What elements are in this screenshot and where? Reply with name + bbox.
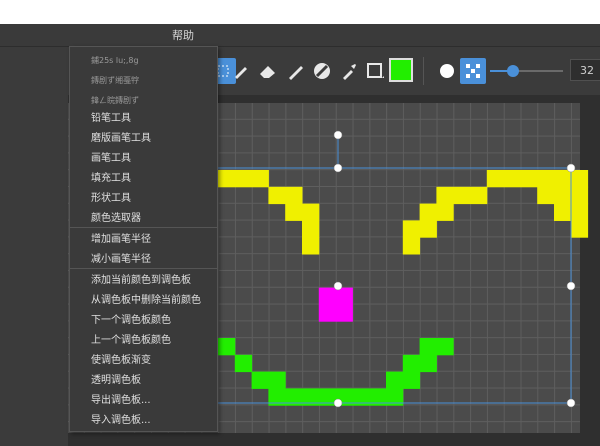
fill-icon	[314, 63, 330, 79]
fill-tool-button[interactable]	[309, 58, 335, 84]
menu-item[interactable]: 上一个调色板颜色	[70, 331, 217, 351]
menu-divider	[70, 268, 217, 269]
mouth-pixel	[234, 354, 253, 373]
eye-pixel	[453, 186, 488, 205]
mouth-pixel	[402, 354, 437, 373]
menu-item[interactable]: 导出调色板...	[70, 391, 217, 411]
eye-pixel	[554, 186, 572, 221]
workspace-right	[580, 95, 600, 446]
workspace-bottom	[68, 433, 598, 446]
shape-tool-button[interactable]	[362, 58, 388, 84]
round-brush-button[interactable]	[434, 58, 460, 84]
menu-item[interactable]: 鍏ㄥ睆鏄剧ず	[70, 91, 217, 111]
menu-item[interactable]: 画笔工具	[70, 149, 217, 169]
menu-bar: 帮助	[0, 24, 600, 47]
menu-item[interactable]: 鋪25s lu;,8g	[70, 51, 217, 71]
eye-pixel	[218, 170, 269, 188]
selection-handle[interactable]	[333, 398, 343, 408]
magenta-nose	[318, 287, 353, 322]
menu-item[interactable]: 磨版画笔工具	[70, 129, 217, 149]
round-brush-icon	[440, 64, 454, 78]
pencil-icon	[235, 67, 247, 79]
color-picker-tool-button[interactable]	[336, 58, 362, 84]
mouth-pixel	[386, 371, 421, 389]
menu-item[interactable]: 从调色板中删除当前颜色	[70, 291, 217, 311]
menu-item[interactable]: 导入调色板...	[70, 411, 217, 431]
selection-handle[interactable]	[566, 163, 576, 173]
menu-item[interactable]: 添加当前颜色到调色板	[70, 271, 217, 291]
brush-size-slider[interactable]	[490, 70, 563, 72]
left-panel	[0, 95, 68, 446]
eye-pixel	[302, 220, 320, 238]
eraser-tool-button[interactable]	[255, 58, 281, 84]
menu-item[interactable]: 减小画笔半径	[70, 250, 217, 270]
eye-pixel	[285, 203, 320, 221]
selection-handle[interactable]	[566, 398, 576, 408]
mouth-pixel	[268, 371, 286, 389]
mouth-pixel	[419, 338, 454, 356]
dither-brush-button[interactable]	[460, 58, 486, 84]
menu-help[interactable]: 帮助	[172, 27, 194, 43]
menu-item[interactable]: 增加画笔半径	[70, 230, 217, 250]
color-picker-icon	[343, 64, 356, 80]
current-color-swatch[interactable]	[389, 58, 413, 82]
brush-tool-button[interactable]	[283, 58, 309, 84]
window-top-strip	[0, 0, 600, 24]
eye-pixel	[436, 186, 454, 221]
eye-pixel	[486, 170, 589, 188]
menu-item[interactable]: 透明调色板	[70, 371, 217, 391]
pencil-tool-button[interactable]	[228, 58, 254, 84]
menu-item[interactable]: 形状工具	[70, 189, 217, 209]
selection-handle[interactable]	[333, 130, 343, 140]
menu-divider	[70, 227, 217, 228]
eye-pixel	[268, 186, 303, 205]
menu-item[interactable]: 使调色板渐变	[70, 351, 217, 371]
menu-item[interactable]: 铅笔工具	[70, 109, 217, 129]
mouth-pixel	[251, 371, 269, 389]
eye-pixel	[419, 203, 437, 238]
eraser-icon	[260, 66, 275, 78]
nose-pixel	[318, 287, 353, 322]
selection-handle[interactable]	[566, 281, 576, 291]
brush-icon	[289, 66, 303, 80]
menu-item[interactable]: 颜色选取器	[70, 209, 217, 229]
eye-pixel	[402, 220, 421, 255]
dropdown-menu: 鋪25s lu;,8g 鏄剧ず缃戞牸 鍏ㄥ睆鏄剧ず 铅笔工具 磨版画笔工具 画笔工具 填充工…	[69, 46, 218, 432]
menu-item[interactable]: 鏄剧ず缃戞牸	[70, 71, 217, 91]
selection-handle[interactable]	[333, 163, 343, 173]
mouth-pixel	[218, 338, 236, 356]
brush-size-input[interactable]: 32	[570, 59, 600, 81]
menu-item[interactable]: 填充工具	[70, 169, 217, 189]
eye-pixel	[302, 237, 320, 255]
shape-icon	[367, 63, 384, 78]
toolbar-divider	[423, 57, 424, 85]
eye-pixel	[570, 203, 589, 238]
selection-handle[interactable]	[333, 281, 343, 291]
dither-icon	[466, 64, 480, 78]
menu-item[interactable]: 下一个调色板颜色	[70, 311, 217, 331]
